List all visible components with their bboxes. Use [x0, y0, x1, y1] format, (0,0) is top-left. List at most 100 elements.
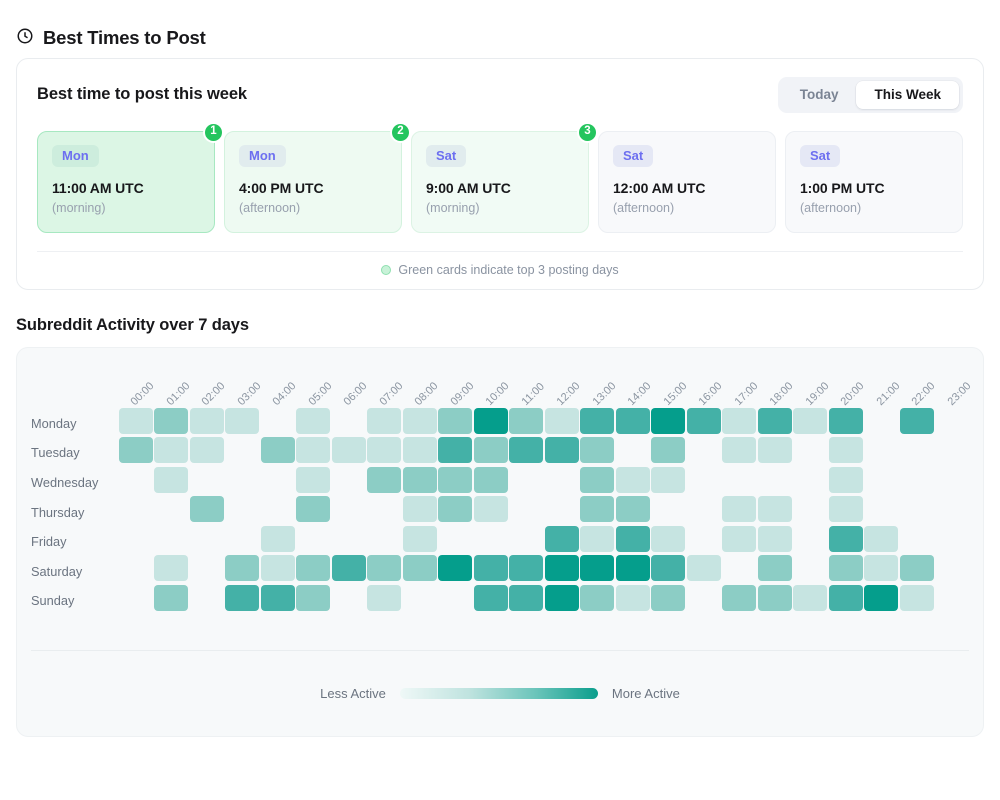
heatmap-cell[interactable]	[935, 408, 969, 434]
heatmap-cell[interactable]	[757, 525, 792, 552]
heatmap-cell[interactable]	[864, 585, 899, 612]
heatmap-cell[interactable]	[687, 526, 721, 552]
heatmap-cell[interactable]	[438, 437, 473, 464]
heatmap-cell[interactable]	[261, 496, 295, 522]
heatmap-cell[interactable]	[474, 526, 508, 552]
heatmap-cell[interactable]	[722, 585, 757, 612]
heatmap-cell[interactable]	[828, 466, 863, 493]
heatmap-cell[interactable]	[757, 407, 792, 434]
heatmap-cell[interactable]	[473, 555, 508, 582]
heatmap-cell[interactable]	[757, 585, 792, 612]
heatmap-cell[interactable]	[828, 496, 863, 523]
heatmap-cell[interactable]	[793, 585, 828, 612]
heatmap-cell[interactable]	[935, 555, 969, 581]
heatmap-cell[interactable]	[190, 585, 224, 611]
best-time-card[interactable]: Sat 1:00 PM UTC (afternoon)	[785, 130, 963, 233]
heatmap-cell[interactable]	[615, 407, 650, 434]
heatmap-cell[interactable]	[225, 467, 259, 493]
heatmap-cell[interactable]	[118, 437, 153, 464]
heatmap-cell[interactable]	[402, 555, 437, 582]
heatmap-cell[interactable]	[580, 585, 615, 612]
heatmap-cell[interactable]	[367, 555, 402, 582]
heatmap-cell[interactable]	[260, 525, 295, 552]
heatmap-cell[interactable]	[935, 437, 969, 463]
heatmap-cell[interactable]	[651, 437, 686, 464]
heatmap-cell[interactable]	[225, 585, 260, 612]
heatmap-cell[interactable]	[864, 555, 899, 582]
heatmap-cell[interactable]	[331, 437, 366, 464]
heatmap-cell[interactable]	[687, 496, 721, 522]
heatmap-cell[interactable]	[154, 526, 188, 552]
heatmap-cell[interactable]	[793, 526, 827, 552]
timeframe-toggle[interactable]: Today This Week	[777, 77, 963, 113]
heatmap-cell[interactable]	[402, 496, 437, 523]
heatmap-cell[interactable]	[367, 407, 402, 434]
heatmap-cell[interactable]	[473, 466, 508, 493]
heatmap-cell[interactable]	[580, 407, 615, 434]
heatmap-cell[interactable]	[509, 555, 544, 582]
heatmap-cell[interactable]	[651, 466, 686, 493]
heatmap-cell[interactable]	[793, 555, 827, 581]
heatmap-cell[interactable]	[332, 526, 366, 552]
heatmap-cell[interactable]	[403, 585, 437, 611]
heatmap-cell[interactable]	[864, 408, 898, 434]
heatmap-cell[interactable]	[722, 496, 757, 523]
heatmap-cell[interactable]	[616, 437, 650, 463]
heatmap-cell[interactable]	[580, 437, 615, 464]
heatmap-cell[interactable]	[438, 407, 473, 434]
heatmap-cell[interactable]	[260, 585, 295, 612]
heatmap-cell[interactable]	[899, 407, 934, 434]
heatmap-cell[interactable]	[473, 407, 508, 434]
heatmap-cell[interactable]	[367, 466, 402, 493]
heatmap-cell[interactable]	[119, 526, 153, 552]
heatmap-cell[interactable]	[296, 466, 331, 493]
heatmap-cell[interactable]	[118, 407, 153, 434]
heatmap-cell[interactable]	[580, 466, 615, 493]
heatmap-cell[interactable]	[686, 555, 721, 582]
heatmap-cell[interactable]	[402, 466, 437, 493]
heatmap-cell[interactable]	[296, 585, 331, 612]
heatmap-cell[interactable]	[900, 526, 934, 552]
best-time-card[interactable]: Mon 11:00 AM UTC (morning) 1	[37, 121, 224, 233]
heatmap-cell[interactable]	[438, 466, 473, 493]
heatmap-cell[interactable]	[580, 525, 615, 552]
heatmap-cell[interactable]	[225, 407, 260, 434]
heatmap-cell[interactable]	[438, 526, 472, 552]
heatmap-cell[interactable]	[864, 525, 899, 552]
heatmap-cell[interactable]	[899, 585, 934, 612]
heatmap-cell[interactable]	[651, 407, 686, 434]
heatmap-cell[interactable]	[402, 437, 437, 464]
heatmap-cell[interactable]	[225, 555, 260, 582]
heatmap-cell[interactable]	[828, 555, 863, 582]
heatmap-cell[interactable]	[509, 526, 543, 552]
heatmap-cell[interactable]	[900, 437, 934, 463]
heatmap-cell[interactable]	[793, 467, 827, 493]
heatmap-cell[interactable]	[473, 437, 508, 464]
heatmap-cell[interactable]	[332, 496, 366, 522]
heatmap-cell[interactable]	[473, 496, 508, 523]
best-time-card[interactable]: Sat 12:00 AM UTC (afternoon)	[598, 130, 776, 233]
heatmap-cell[interactable]	[296, 437, 331, 464]
heatmap-cell[interactable]	[722, 437, 757, 464]
heatmap-cell[interactable]	[544, 525, 579, 552]
heatmap-cell[interactable]	[864, 467, 898, 493]
heatmap-cell[interactable]	[438, 496, 473, 523]
heatmap-cell[interactable]	[154, 585, 189, 612]
heatmap-cell[interactable]	[544, 437, 579, 464]
heatmap-cell[interactable]	[615, 555, 650, 582]
heatmap-cell[interactable]	[615, 496, 650, 523]
heatmap-cell[interactable]	[189, 437, 224, 464]
heatmap-cell[interactable]	[828, 585, 863, 612]
heatmap-cell[interactable]	[225, 526, 259, 552]
heatmap-cell[interactable]	[544, 555, 579, 582]
heatmap-cell[interactable]	[509, 467, 543, 493]
heatmap-cell[interactable]	[722, 407, 757, 434]
heatmap-cell[interactable]	[509, 437, 544, 464]
heatmap-cell[interactable]	[793, 496, 827, 522]
heatmap-cell[interactable]	[651, 496, 685, 522]
heatmap-cell[interactable]	[828, 525, 863, 552]
heatmap-cell[interactable]	[935, 585, 969, 611]
heatmap-cell[interactable]	[260, 437, 295, 464]
heatmap-cell[interactable]	[154, 496, 188, 522]
heatmap-cell[interactable]	[154, 437, 189, 464]
